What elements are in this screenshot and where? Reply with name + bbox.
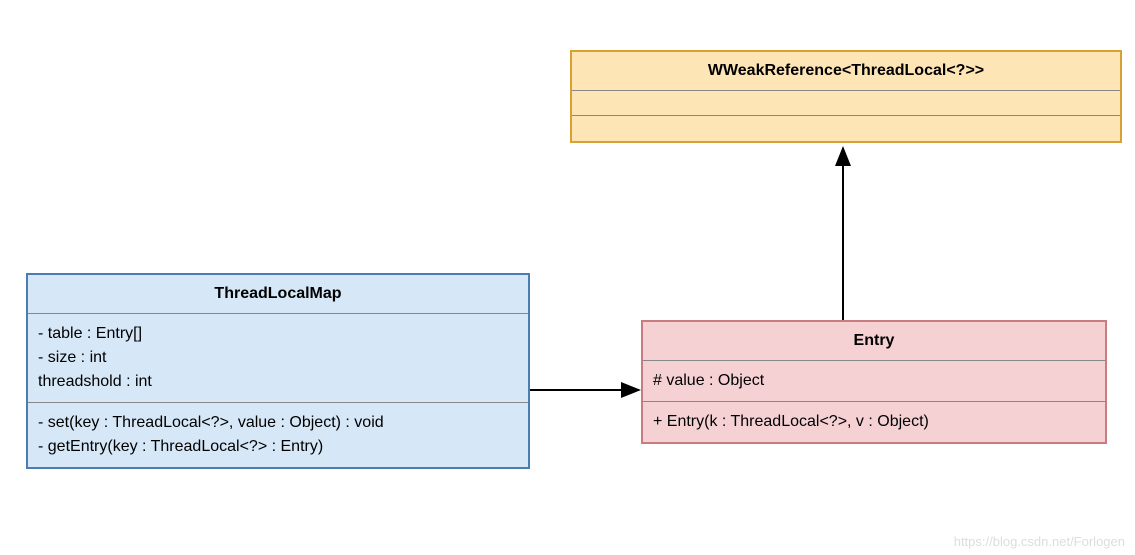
attribute: - size : int xyxy=(38,346,518,370)
attributes-section xyxy=(572,91,1120,116)
methods-section: + Entry(k : ThreadLocal<?>, v : Object) xyxy=(643,402,1105,442)
method: - set(key : ThreadLocal<?>, value : Obje… xyxy=(38,411,518,435)
class-title: ThreadLocalMap xyxy=(28,275,528,314)
watermark: https://blog.csdn.net/Forlogen xyxy=(954,534,1125,549)
method: + Entry(k : ThreadLocal<?>, v : Object) xyxy=(653,410,1095,434)
class-title: WWeakReference<ThreadLocal<?>> xyxy=(572,52,1120,91)
methods-section xyxy=(572,116,1120,141)
attributes-section: - table : Entry[] - size : int threadsho… xyxy=(28,314,528,403)
class-title: Entry xyxy=(643,322,1105,361)
methods-section: - set(key : ThreadLocal<?>, value : Obje… xyxy=(28,403,528,467)
attribute: - table : Entry[] xyxy=(38,322,518,346)
method: - getEntry(key : ThreadLocal<?> : Entry) xyxy=(38,435,518,459)
class-weakreference: WWeakReference<ThreadLocal<?>> xyxy=(570,50,1122,143)
attribute: threadshold : int xyxy=(38,370,518,394)
attributes-section: # value : Object xyxy=(643,361,1105,402)
attribute: # value : Object xyxy=(653,369,1095,393)
class-entry: Entry # value : Object + Entry(k : Threa… xyxy=(641,320,1107,444)
class-threadlocalmap: ThreadLocalMap - table : Entry[] - size … xyxy=(26,273,530,469)
